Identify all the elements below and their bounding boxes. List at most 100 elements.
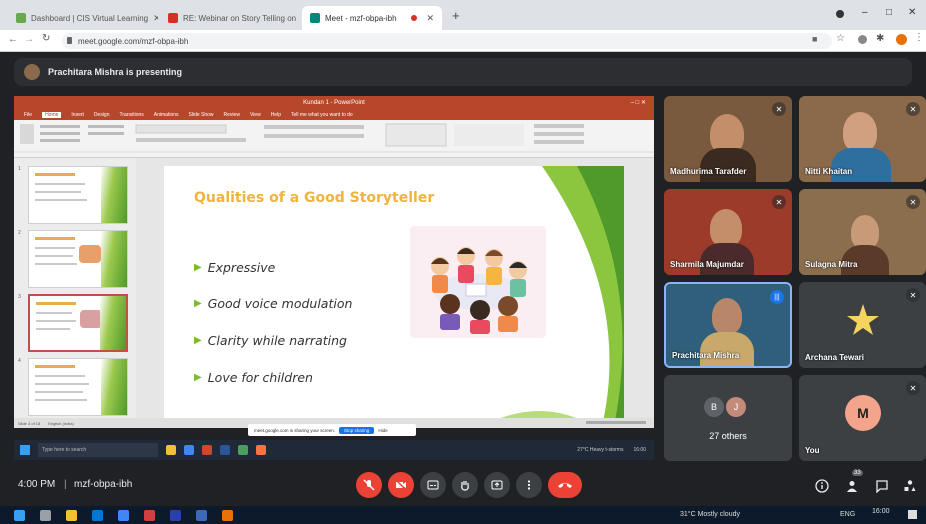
tab-label: Dashboard | CIS Virtual Learning	[31, 13, 149, 23]
profile-icon[interactable]	[836, 10, 844, 18]
thumb-number: 4	[18, 358, 21, 364]
hide-notice-button[interactable]: Hide	[378, 428, 387, 433]
lightroom-icon[interactable]	[196, 510, 207, 521]
edge-icon[interactable]	[92, 510, 103, 521]
ppt-tell-me[interactable]: Tell me what you want to do	[291, 112, 353, 118]
participant-name: Nitti Khaitan	[805, 167, 853, 176]
file-explorer-icon[interactable]	[66, 510, 77, 521]
end-call-button[interactable]	[548, 472, 582, 498]
ppt-ribbon	[14, 120, 654, 158]
close-tab-icon[interactable]: ✕	[426, 13, 434, 24]
more-options-button[interactable]	[516, 472, 542, 498]
bullet-text: Clarity while narrating	[207, 333, 347, 348]
close-window-button[interactable]: ✕	[908, 7, 916, 18]
present-button[interactable]	[484, 472, 510, 498]
file-explorer-icon	[166, 445, 176, 455]
self-tile[interactable]: M ✕ You	[799, 375, 926, 461]
adobe-icon[interactable]	[144, 510, 155, 521]
ppt-menu-review[interactable]: Review	[224, 112, 240, 118]
ppt-menu-file[interactable]: File	[24, 112, 32, 118]
others-count: 27 others	[709, 431, 747, 441]
more-vert-icon	[527, 480, 531, 490]
browser-menu-icon[interactable]: ⋮	[914, 32, 924, 43]
participant-avatar-star-icon	[844, 301, 882, 339]
shared-screen: Kundan 1 - PowerPoint – □ ✕ File Home In…	[14, 96, 654, 428]
url-text: meet.google.com/mzf-obpa-ibh	[78, 36, 189, 46]
ppt-window-title: Kundan 1 - PowerPoint	[303, 100, 365, 106]
ppt-menu-animations[interactable]: Animations	[154, 112, 179, 118]
current-slide: Qualities of a Good Storyteller ▶ Expres…	[164, 166, 624, 426]
participant-tile[interactable]: ✕ Nitti Khaitan	[799, 96, 926, 182]
maximize-button[interactable]: □	[886, 7, 892, 18]
extension-icon[interactable]	[858, 35, 867, 44]
others-tile[interactable]: B J 27 others	[664, 375, 792, 461]
chrome-icon[interactable]	[118, 510, 129, 521]
participant-tile[interactable]: ✕ Sharmila Majumdar	[664, 189, 792, 275]
ppt-menu-design[interactable]: Design	[94, 112, 110, 118]
ppt-menu-slide-show[interactable]: Slide Show	[189, 112, 214, 118]
participant-tile[interactable]: ✕ Madhurima Tarafder	[664, 96, 792, 182]
phone-hangup-icon	[558, 483, 572, 488]
presenter-avatar	[24, 64, 40, 80]
meeting-time: 4:00 PM	[18, 479, 56, 490]
user-avatar-icon[interactable]	[896, 34, 907, 45]
slide-thumbnail[interactable]	[28, 230, 128, 288]
minimize-button[interactable]: –	[862, 7, 868, 18]
photoshop-icon[interactable]	[170, 510, 181, 521]
participant-tile[interactable]: ✕ Sulagna Mitra	[799, 189, 926, 275]
captions-button[interactable]	[420, 472, 446, 498]
new-tab-button[interactable]: +	[452, 8, 460, 23]
slide-thumbnail[interactable]	[28, 358, 128, 416]
activities-button[interactable]	[902, 478, 918, 494]
task-view-icon[interactable]	[40, 510, 51, 521]
back-arrow-icon[interactable]: ←	[8, 34, 18, 45]
meeting-details-button[interactable]	[814, 478, 830, 494]
bullet-arrow-icon: ▶	[194, 372, 202, 383]
participant-tile-speaking[interactable]: ||| Prachitara Mishra	[664, 282, 792, 368]
ppt-menu-view[interactable]: View	[250, 112, 261, 118]
raise-hand-button[interactable]	[452, 472, 478, 498]
reload-icon[interactable]: ↻	[42, 33, 50, 44]
chat-button[interactable]	[874, 478, 890, 494]
mic-off-icon	[363, 479, 375, 491]
mic-off-icon: ✕	[772, 195, 786, 209]
meet-favicon-icon	[310, 13, 320, 23]
bookmark-star-icon[interactable]: ☆	[836, 33, 845, 44]
forward-arrow-icon[interactable]: →	[24, 34, 34, 45]
participant-tile[interactable]: ✕ Archana Tewari	[799, 282, 926, 368]
mic-off-icon: ✕	[906, 195, 920, 209]
slide-thumbnail-selected[interactable]	[28, 294, 128, 352]
tab-webinar-email[interactable]: RE: Webinar on Story Telling on ✕	[160, 6, 300, 30]
extensions-puzzle-icon[interactable]: ✱	[876, 33, 884, 44]
meet-control-bar: 4:00 PM | mzf-obpa-ibh 33	[0, 468, 926, 504]
camera-permission-icon[interactable]: ■	[812, 34, 817, 44]
mic-toggle-button[interactable]	[356, 472, 382, 498]
people-button[interactable]: 33	[844, 470, 863, 494]
ppt-menu-transitions[interactable]: Transitions	[120, 112, 144, 118]
slide-thumbnail[interactable]	[28, 166, 128, 224]
mic-off-icon: ✕	[906, 381, 920, 395]
participant-name: Sharmila Majumdar	[670, 260, 744, 269]
ppt-ribbon-controls-icon	[14, 123, 654, 153]
tab-meet[interactable]: Meet - mzf-obpa-ibh ✕	[302, 6, 442, 30]
chat-icon	[876, 480, 888, 493]
ppt-menu-help[interactable]: Help	[271, 112, 281, 118]
host-weather: 31°C Mostly cloudy	[680, 511, 740, 518]
close-tab-icon[interactable]: ✕	[153, 13, 158, 24]
ppt-menu-insert[interactable]: Insert	[71, 112, 84, 118]
ppt-menu-home[interactable]: Home	[42, 112, 62, 118]
participant-name: Sulagna Mitra	[805, 260, 858, 269]
zoom-slider[interactable]	[586, 421, 646, 424]
notification-icon[interactable]	[908, 510, 917, 519]
app-icon[interactable]	[222, 510, 233, 521]
presenter-search-box: Type here to search	[38, 443, 158, 457]
participant-name: Prachitara Mishra	[672, 351, 740, 360]
stop-sharing-button[interactable]: Stop sharing	[339, 426, 375, 434]
tab-dashboard[interactable]: Dashboard | CIS Virtual Learning ✕	[8, 6, 158, 30]
ppt-menu-bar: File Home Insert Design Transitions Anim…	[14, 110, 654, 120]
camera-toggle-button[interactable]	[388, 472, 414, 498]
people-icon	[847, 481, 857, 492]
windows-start-icon[interactable]	[14, 510, 25, 521]
bullet-text: Expressive	[207, 260, 276, 275]
url-input[interactable]: meet.google.com/mzf-obpa-ibh	[62, 33, 832, 49]
